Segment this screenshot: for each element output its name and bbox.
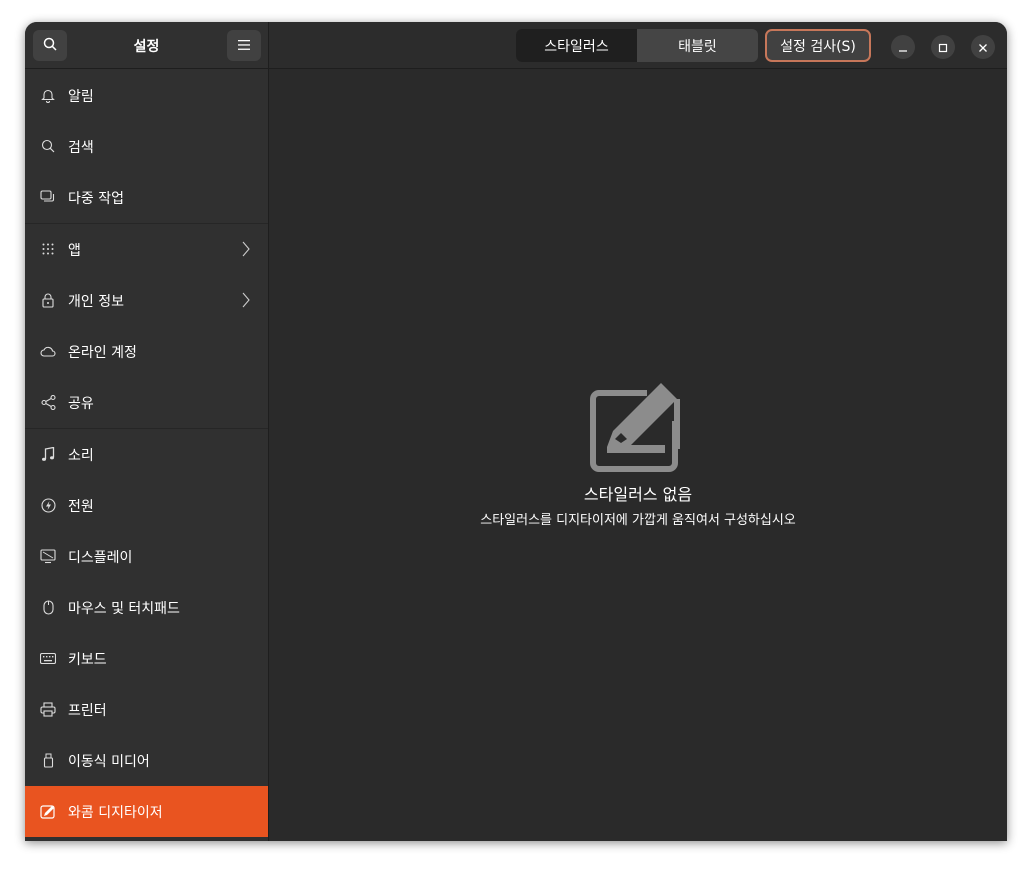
- sidebar-item-wacom-tablet[interactable]: 와콤 디지타이저: [25, 786, 268, 837]
- hamburger-menu-icon: [238, 38, 250, 54]
- sidebar-item-displays[interactable]: 디스플레이: [25, 531, 268, 582]
- sidebar-nav: 알림 검색 다중 작업 앱 개인 정보 온라인 계정 공유 소리 전원 디스플레…: [25, 70, 268, 837]
- power-icon: [40, 497, 56, 513]
- close-button[interactable]: [971, 35, 995, 59]
- multitasking-icon: [40, 189, 56, 205]
- sidebar-item-label: 디스플레이: [68, 549, 133, 566]
- sidebar-item-label: 소리: [68, 447, 94, 464]
- chevron-right-icon: [242, 241, 250, 257]
- test-settings-button[interactable]: 설정 검사(S): [765, 29, 871, 62]
- sidebar-item-label: 와콤 디지타이저: [68, 804, 163, 821]
- sidebar-item-online-accounts[interactable]: 온라인 계정: [25, 326, 268, 377]
- lock-icon: [40, 292, 56, 308]
- sidebar: 설정 알림 검색 다중 작업 앱 개인 정보 온라인 계정 공유 소리 전원 디…: [25, 22, 269, 841]
- close-icon: [978, 38, 988, 57]
- sidebar-item-apps[interactable]: 앱: [25, 224, 268, 275]
- main-menu-button[interactable]: [227, 30, 261, 61]
- share-icon: [40, 394, 56, 410]
- keyboard-icon: [40, 650, 56, 666]
- sidebar-item-label: 다중 작업: [68, 190, 124, 207]
- display-icon: [40, 548, 56, 564]
- sidebar-item-search[interactable]: 검색: [25, 121, 268, 172]
- sidebar-item-label: 이동식 미디어: [68, 753, 150, 770]
- sidebar-item-privacy[interactable]: 개인 정보: [25, 275, 268, 326]
- sidebar-item-removable-media[interactable]: 이동식 미디어: [25, 735, 268, 786]
- printer-icon: [40, 701, 56, 717]
- sidebar-item-printers[interactable]: 프린터: [25, 684, 268, 735]
- bell-icon: [40, 87, 56, 103]
- mouse-icon: [40, 599, 56, 615]
- sidebar-item-label: 마우스 및 터치패드: [68, 600, 180, 617]
- sidebar-item-notifications[interactable]: 알림: [25, 70, 268, 121]
- sidebar-header: 설정: [25, 22, 268, 69]
- sidebar-item-label: 키보드: [68, 651, 107, 668]
- minimize-icon: [898, 38, 908, 57]
- search-icon: [40, 138, 56, 154]
- sidebar-item-label: 공유: [68, 395, 94, 412]
- chevron-right-icon: [242, 292, 250, 308]
- cloud-icon: [40, 343, 56, 359]
- sidebar-item-mouse-touchpad[interactable]: 마우스 및 터치패드: [25, 582, 268, 633]
- minimize-button[interactable]: [891, 35, 915, 59]
- empty-state-description: 스타일러스를 디지타이저에 가깝게 움직여서 구성하십시오: [480, 513, 796, 528]
- settings-window: 설정 알림 검색 다중 작업 앱 개인 정보 온라인 계정 공유 소리 전원 디…: [25, 22, 1007, 841]
- sidebar-item-keyboard[interactable]: 키보드: [25, 633, 268, 684]
- header-bar: 스타일러스 태블릿 설정 검사(S): [269, 22, 1007, 69]
- maximize-icon: [938, 38, 948, 57]
- sidebar-item-label: 알림: [68, 88, 94, 105]
- maximize-button[interactable]: [931, 35, 955, 59]
- tab-stylus[interactable]: 스타일러스: [516, 29, 637, 62]
- sidebar-item-label: 온라인 계정: [68, 344, 137, 361]
- sidebar-item-label: 개인 정보: [68, 293, 124, 310]
- device-tab-switcher: 스타일러스 태블릿: [516, 29, 758, 62]
- tab-tablet[interactable]: 태블릿: [637, 29, 758, 62]
- sidebar-item-label: 검색: [68, 139, 94, 156]
- sidebar-item-label: 앱: [68, 242, 81, 259]
- sidebar-item-power[interactable]: 전원: [25, 480, 268, 531]
- sidebar-item-label: 전원: [68, 498, 94, 515]
- sidebar-item-multitasking[interactable]: 다중 작업: [25, 172, 268, 223]
- sidebar-item-sharing[interactable]: 공유: [25, 377, 268, 428]
- apps-grid-icon: [40, 241, 56, 257]
- sidebar-item-sound[interactable]: 소리: [25, 429, 268, 480]
- search-icon: [43, 37, 57, 55]
- usb-drive-icon: [40, 752, 56, 768]
- tablet-pen-icon: [587, 381, 687, 473]
- sidebar-title: 설정: [133, 38, 160, 55]
- tablet-pen-icon: [40, 803, 56, 819]
- music-note-icon: [40, 446, 56, 462]
- search-button[interactable]: [33, 30, 67, 61]
- empty-state-title: 스타일러스 없음: [583, 485, 693, 504]
- empty-state: 스타일러스 없음 스타일러스를 디지타이저에 가깝게 움직여서 구성하십시오: [269, 69, 1007, 841]
- sidebar-item-label: 프린터: [68, 702, 107, 719]
